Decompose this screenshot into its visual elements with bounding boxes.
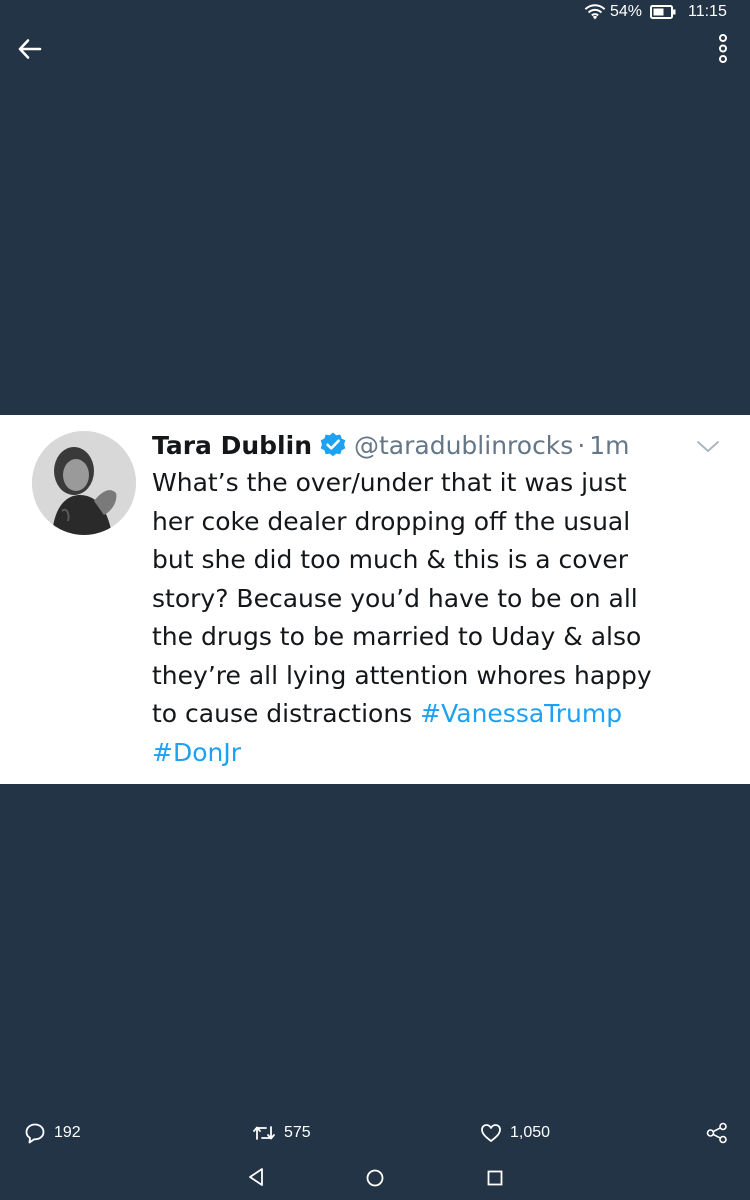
tweet-text-line: to cause distractions: [152, 699, 421, 728]
reply-button[interactable]: 192: [24, 1120, 81, 1146]
retweet-button[interactable]: 575: [252, 1120, 311, 1146]
tweet-text-line-last: to cause distractions #VanessaTrump: [152, 695, 730, 734]
back-button[interactable]: [14, 34, 46, 64]
triangle-back-icon: [249, 1168, 263, 1186]
author-name[interactable]: Tara Dublin: [152, 431, 312, 460]
battery-percent: 54%: [610, 3, 643, 20]
reply-icon: [25, 1123, 45, 1144]
more-options-button[interactable]: [710, 32, 736, 66]
tweet-text-line: but she did too much & this is a cover: [152, 545, 629, 574]
tweet-timestamp[interactable]: 1m: [589, 431, 629, 460]
retweet-icon: [253, 1126, 275, 1140]
system-recents-button[interactable]: [486, 1169, 504, 1187]
tweet-text-line: story? Because you’d have to be on all: [152, 583, 638, 613]
status-bar: 54% 11:15: [0, 0, 750, 26]
system-back-button[interactable]: [246, 1166, 266, 1188]
battery-icon: [650, 5, 676, 19]
tweet-menu-button[interactable]: [694, 437, 722, 457]
author-avatar[interactable]: [32, 431, 136, 535]
tweet-text-line: they’re all lying attention whores happy: [152, 660, 652, 690]
avatar-photo: [32, 431, 136, 535]
tweet-text-line-hashtag: #DonJr: [152, 734, 730, 773]
like-button[interactable]: 1,050: [480, 1120, 550, 1146]
circle-home-icon: [366, 1169, 384, 1187]
reply-count: 192: [54, 1124, 81, 1141]
tweet-text-line: What’s the over/under that it was just: [152, 468, 627, 497]
tweet-text: What’s the over/under that it was just h…: [152, 464, 730, 772]
share-button[interactable]: [706, 1122, 728, 1144]
verified-badge-icon: [320, 432, 346, 457]
status-clock: 11:15: [688, 3, 727, 20]
retweet-count: 575: [284, 1124, 311, 1141]
separator-dot: ·: [577, 430, 586, 460]
hashtag-link[interactable]: #VanessaTrump: [420, 699, 622, 728]
share-icon: [706, 1122, 727, 1144]
system-home-button[interactable]: [365, 1168, 385, 1188]
wifi-icon: [584, 4, 606, 20]
chevron-down-icon: [697, 441, 719, 452]
square-recents-icon: [487, 1170, 503, 1186]
heart-icon: [481, 1124, 501, 1142]
tweet-text-line: her coke dealer dropping off the usual: [152, 506, 631, 536]
hashtag-link[interactable]: #DonJr: [152, 738, 241, 767]
like-count: 1,050: [510, 1124, 551, 1141]
tweet-card[interactable]: Tara Dublin @taradublinrocks · 1m What’s…: [0, 415, 750, 784]
author-handle[interactable]: @taradublinrocks: [354, 431, 573, 460]
arrow-left-icon: [18, 39, 42, 59]
tweet-header: Tara Dublin @taradublinrocks · 1m: [152, 427, 630, 463]
tweet-text-line: the drugs to be married to Uday & also: [152, 622, 642, 651]
more-vertical-icon: [719, 34, 727, 63]
